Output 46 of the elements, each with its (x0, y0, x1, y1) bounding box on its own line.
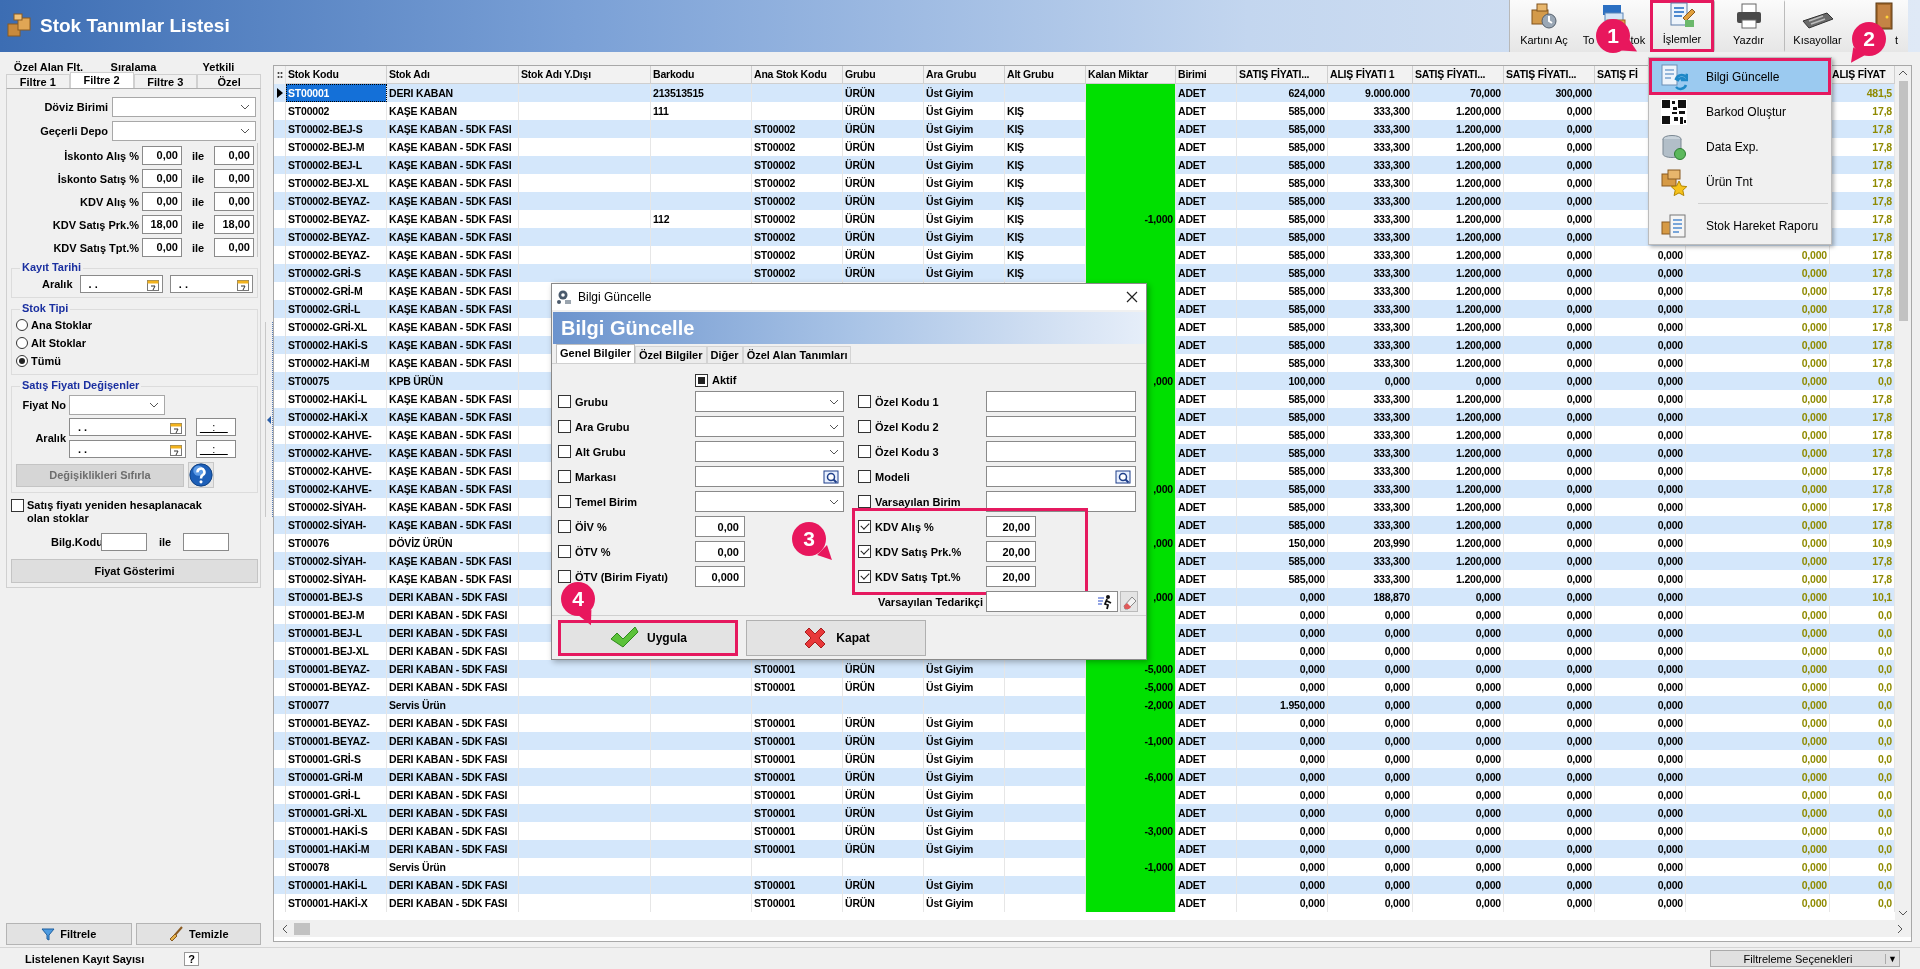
table-cell: 0,000 (1504, 894, 1595, 912)
field-label: ile (190, 241, 206, 254)
field-label: Fiyat No (21, 399, 66, 411)
dialog-title: Bilgi Güncelle (578, 290, 652, 304)
table-cell: -1,000 (1086, 210, 1176, 228)
table-cell: ST00001-HAKİ-X (286, 894, 387, 912)
field-label: Aralık (40, 278, 73, 290)
field-label: İskonto Satış % (56, 172, 140, 185)
table-cell: ST00001 (286, 84, 387, 102)
table-cell: 0,000 (1413, 894, 1504, 912)
field-label: KDV Satış Tpt.% (52, 241, 140, 254)
field-label: KDV Alış % (79, 195, 140, 208)
field-label: Döviz Birimi (43, 101, 108, 113)
table-cell: Üst Giyim (924, 894, 1005, 912)
table-cell: ST00001 (752, 894, 843, 912)
dialog-heading: Bilgi Güncelle (553, 312, 1145, 344)
table-cell: ÜRÜN (843, 894, 924, 912)
field-label: Geçerli Depo (39, 125, 108, 137)
group-title: Satış Fiyatı Değişenler (20, 379, 142, 391)
field-label: ile (190, 218, 206, 231)
window-title: Stok Tanımlar Listesi (40, 15, 230, 37)
table-cell: 0,000 (1595, 894, 1686, 912)
group-title: Stok Tipi (20, 302, 71, 314)
field-label: ile (190, 149, 206, 162)
table-cell: -3,000 (1086, 822, 1176, 840)
table-cell: -5,000 (1086, 660, 1176, 678)
field-label: ile (190, 172, 206, 185)
table-cell: 0,000 (1686, 894, 1830, 912)
field-label: ile (157, 536, 173, 548)
status-text: Listelenen Kayıt Sayısı (25, 952, 145, 965)
field-label: ile (190, 195, 206, 208)
table-cell: -2,000 (1086, 696, 1176, 714)
table-cell: -6,000 (1086, 768, 1176, 786)
field-label: KDV Satış Prk.% (51, 218, 140, 231)
table-cell: -5,000 (1086, 678, 1176, 696)
field-label: Varsayılan Tedarikçi (877, 595, 984, 608)
table-cell: 0,000 (1237, 894, 1328, 912)
field-label: Aralık (34, 432, 66, 444)
table-cell: 0,000 (1328, 894, 1413, 912)
table-cell: -1,000 (1086, 732, 1176, 750)
table-cell: ADET (1176, 894, 1237, 912)
field-label: Bilg.Kodu (51, 536, 99, 548)
group-title: Kayıt Tarihi (20, 261, 84, 273)
table-cell: DERI KABAN - 5DK FASI (387, 894, 519, 912)
field-label: İskonto Alış % (63, 149, 140, 162)
table-cell: -1,000 (1086, 858, 1176, 876)
